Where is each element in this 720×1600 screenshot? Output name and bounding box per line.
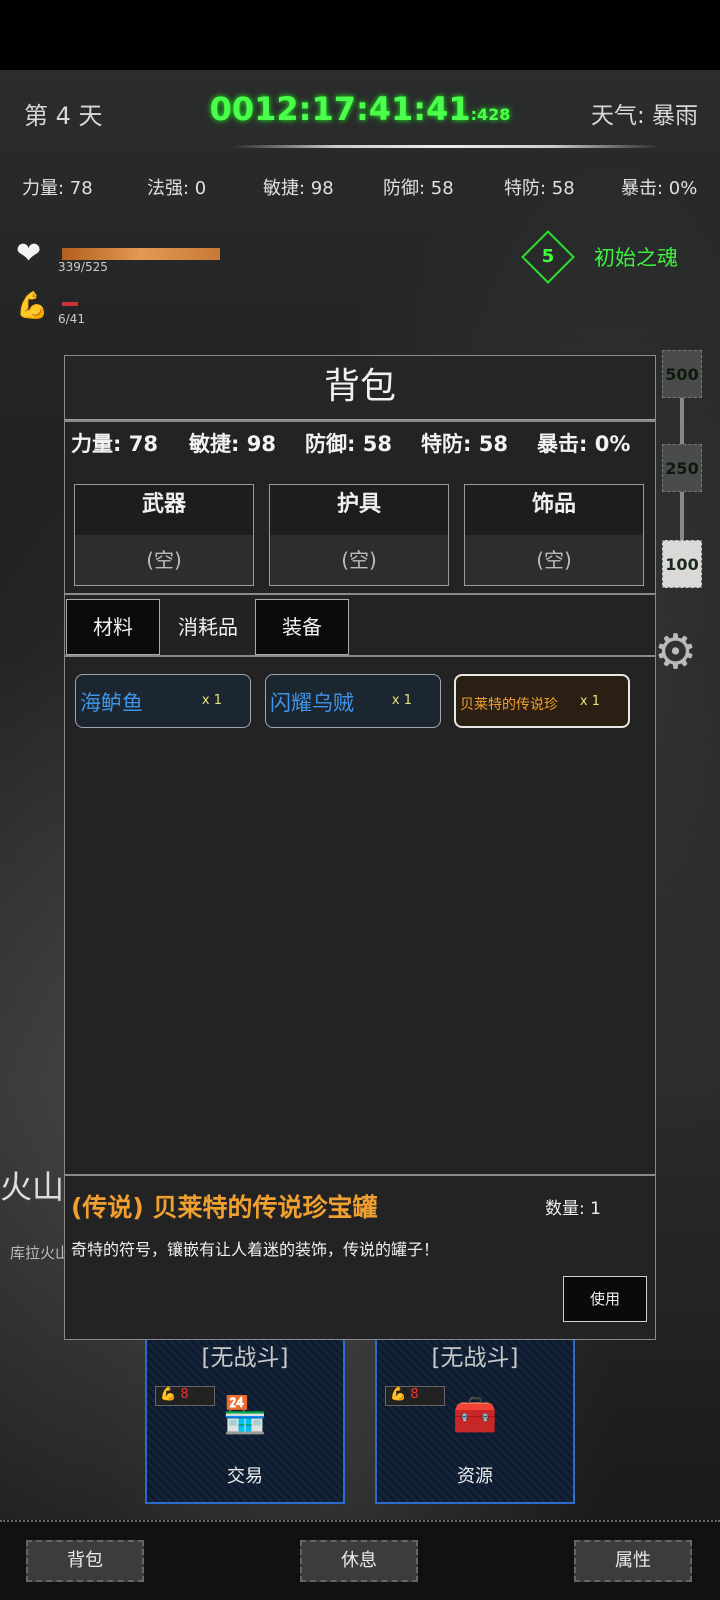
stamina-row: 💪 6/41 bbox=[16, 290, 85, 326]
tab-consumables[interactable]: 消耗品 bbox=[161, 599, 255, 655]
slot-accessory[interactable]: 饰品 (空) bbox=[464, 484, 644, 586]
item-detail-description: 奇特的符号，镶嵌有让人着迷的装饰，传说的罐子！ bbox=[71, 1240, 440, 1259]
gear-icon[interactable]: ⚙ bbox=[654, 628, 697, 676]
cost-badge: 💪 8 bbox=[155, 1386, 215, 1406]
nav-rest-button[interactable]: 休息 bbox=[300, 1540, 418, 1582]
modal-stat: 防御: 58 bbox=[305, 432, 392, 456]
inventory-item[interactable]: 海鲈鱼 x 1 bbox=[75, 674, 251, 728]
divider bbox=[65, 593, 655, 595]
trade-card[interactable]: [无战斗] 💪 8 🏪 交易 bbox=[145, 1332, 345, 1504]
card-label: 交易 bbox=[227, 1466, 263, 1487]
modal-stat: 特防: 58 bbox=[421, 432, 508, 456]
modal-stat: 力量: 78 bbox=[71, 432, 158, 456]
weather-label: 天气: 暴雨 bbox=[590, 103, 698, 129]
tab-materials[interactable]: 材料 bbox=[66, 599, 160, 655]
title-underline bbox=[230, 145, 660, 148]
bottom-nav: 背包 休息 属性 bbox=[0, 1520, 720, 1600]
item-qty: x 1 bbox=[201, 693, 222, 708]
hp-row: ❤ 339/525 bbox=[16, 236, 220, 274]
slot-value: (空) bbox=[270, 535, 448, 585]
divider bbox=[65, 1174, 655, 1176]
tab-equipment[interactable]: 装备 bbox=[255, 599, 349, 655]
item-detail-title: (传说) 贝莱特的传说珍宝罐 bbox=[71, 1193, 378, 1222]
slot-weapon[interactable]: 武器 (空) bbox=[74, 484, 254, 586]
modal-stats: 力量: 78 敏捷: 98 防御: 58 特防: 58 暴击: 0% bbox=[71, 428, 651, 458]
soul-level: 5 bbox=[541, 246, 555, 267]
heart-icon: ❤ bbox=[16, 236, 42, 271]
nav-attributes-button[interactable]: 属性 bbox=[574, 1540, 692, 1582]
item-name: 闪耀乌贼 bbox=[270, 691, 354, 715]
modal-stat: 暴击: 0% bbox=[537, 432, 631, 456]
stat-agility: 敏捷: 98 bbox=[263, 178, 334, 199]
stamina-bar bbox=[62, 302, 78, 306]
inventory-item[interactable]: 闪耀乌贼 x 1 bbox=[265, 674, 441, 728]
cost-value: 8 bbox=[410, 1387, 419, 1402]
chest-icon: 🧰 bbox=[452, 1395, 498, 1436]
card-title: [无战斗] bbox=[431, 1345, 519, 1371]
divider bbox=[65, 655, 655, 657]
item-qty: x 1 bbox=[579, 694, 600, 709]
top-bar: 第 4 天 0012:17:41:41:428 天气: 暴雨 bbox=[0, 88, 720, 138]
card-title: [无战斗] bbox=[201, 1345, 289, 1371]
stat-crit: 暴击: 0% bbox=[621, 178, 698, 199]
modal-stat: 敏捷: 98 bbox=[189, 432, 276, 456]
scale-500-button[interactable]: 500 bbox=[662, 350, 702, 398]
slot-value: (空) bbox=[75, 535, 253, 585]
slot-armor[interactable]: 护具 (空) bbox=[269, 484, 449, 586]
clock-main: 0012:17:41:41 bbox=[209, 90, 471, 128]
slot-label: 武器 bbox=[75, 485, 253, 535]
slot-value: (空) bbox=[465, 535, 643, 585]
stat-defense: 防御: 58 bbox=[383, 178, 454, 199]
soul-label[interactable]: 初始之魂 bbox=[594, 242, 678, 272]
stat-strength: 力量: 78 bbox=[22, 178, 93, 199]
inventory-item-selected[interactable]: 贝莱特的传说珍 x 1 bbox=[454, 674, 630, 728]
modal-title: 背包 bbox=[65, 356, 655, 421]
stat-special-defense: 特防: 58 bbox=[504, 178, 575, 199]
backpack-modal: 背包 力量: 78 敏捷: 98 防御: 58 特防: 58 暴击: 0% 武器… bbox=[64, 355, 656, 1340]
item-detail-qty: 数量: 1 bbox=[545, 1199, 601, 1219]
slot-label: 护具 bbox=[270, 485, 448, 535]
nav-backpack-button[interactable]: 背包 bbox=[26, 1540, 144, 1582]
item-name: 海鲈鱼 bbox=[80, 691, 143, 715]
clock-ms: :428 bbox=[470, 105, 511, 124]
resource-card[interactable]: [无战斗] 💪 8 🧰 资源 bbox=[375, 1332, 575, 1504]
item-qty: x 1 bbox=[391, 693, 412, 708]
stat-magic: 法强: 0 bbox=[147, 178, 207, 199]
stats-row: 力量: 78 法强: 0 敏捷: 98 防御: 58 特防: 58 暴击: 0% bbox=[0, 174, 720, 204]
muscle-icon: 💪 bbox=[16, 291, 49, 321]
cost-badge: 💪 8 bbox=[385, 1386, 445, 1406]
hp-bar bbox=[62, 248, 220, 260]
area-subtitle: 库拉火山 bbox=[10, 1244, 71, 1262]
divider bbox=[65, 420, 655, 422]
item-name: 贝莱特的传说珍 bbox=[460, 697, 558, 713]
cost-value: 8 bbox=[180, 1387, 189, 1402]
hp-text: 339/525 bbox=[58, 260, 108, 274]
scale-100-button[interactable]: 100 bbox=[662, 540, 702, 588]
use-button[interactable]: 使用 bbox=[563, 1276, 647, 1322]
area-name: 火山 bbox=[0, 1168, 65, 1206]
slot-label: 饰品 bbox=[465, 485, 643, 535]
card-label: 资源 bbox=[457, 1466, 493, 1487]
scale-250-button[interactable]: 250 bbox=[662, 444, 702, 492]
shop-icon: 🏪 bbox=[222, 1395, 268, 1436]
stamina-text: 6/41 bbox=[58, 312, 85, 326]
